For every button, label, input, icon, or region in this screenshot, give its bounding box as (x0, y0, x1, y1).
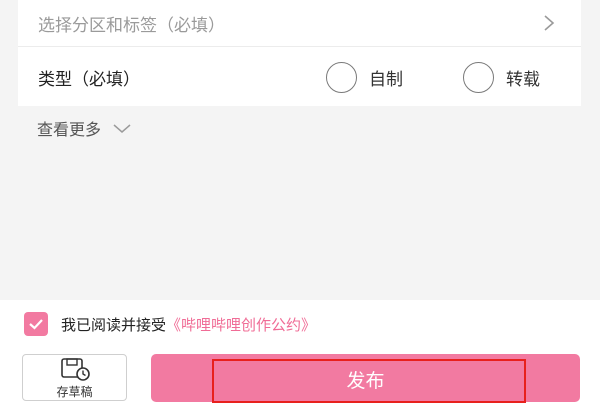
zone-tag-selector[interactable]: 选择分区和标签（必填） (18, 0, 581, 47)
bottom-action-bar: 我已阅读并接受 《哔哩哔哩创作公约》 存草稿 发布 (0, 300, 600, 420)
chevron-right-icon (544, 15, 555, 31)
radio-circle-icon[interactable] (326, 62, 357, 93)
type-option-repost[interactable]: 转载 (463, 62, 540, 93)
draft-clock-icon (60, 357, 90, 381)
publish-button[interactable]: 发布 (151, 354, 580, 402)
type-row: 类型（必填） 自制 转载 (18, 48, 581, 106)
type-option-original[interactable]: 自制 (326, 62, 403, 93)
type-option-repost-label: 转载 (506, 70, 540, 90)
chevron-down-icon (113, 124, 131, 133)
type-label: 类型（必填） (38, 70, 140, 90)
save-draft-label: 存草稿 (56, 384, 93, 399)
creator-pact-link[interactable]: 《哔哩哔哩创作公约》 (166, 314, 316, 335)
type-option-original-label: 自制 (369, 70, 403, 90)
see-more-label: 查看更多 (37, 120, 102, 139)
agreement-text: 我已阅读并接受 (61, 315, 167, 334)
save-draft-button[interactable]: 存草稿 (22, 354, 127, 401)
checkmark-icon (29, 319, 43, 330)
publish-label: 发布 (346, 370, 385, 392)
zone-tag-placeholder: 选择分区和标签（必填） (38, 15, 225, 36)
radio-circle-icon[interactable] (463, 62, 494, 93)
settings-card: 选择分区和标签（必填） 类型（必填） 自制 转载 (18, 0, 581, 106)
agreement-row: 我已阅读并接受 《哔哩哔哩创作公约》 (24, 312, 316, 336)
agreement-checkbox[interactable] (24, 312, 48, 336)
see-more-toggle[interactable]: 查看更多 (37, 116, 133, 140)
